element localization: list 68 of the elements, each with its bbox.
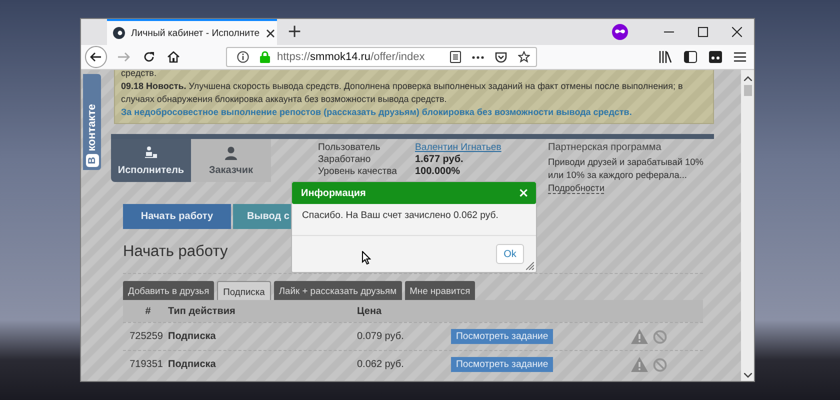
table-cell-text: Подписка [168,359,217,370]
column-header: Тип действия [167,306,236,316]
dialog-message: Спасибо. На Ваш счет зачислено 0.062 руб. [302,210,500,223]
news-link[interactable]: За недобросовестное выполнение репостов (рассказать друзьям) блокировка без возможности вывода средств. [121,106,707,119]
maximize-icon[interactable] [698,27,708,37]
task-tab[interactable]: Лайк + рассказать друзьям [274,281,402,300]
close-button[interactable]: × [518,186,529,200]
new-tab-button[interactable]: + [279,22,310,42]
action-button[interactable]: Начать работу [123,204,231,229]
dialog-title: Информация [301,188,366,198]
lock-icon [260,51,270,63]
more-dots-icon[interactable] [472,56,484,58]
partner-title: Партнерская программа [548,142,662,153]
table-cell-text: 0.062 руб. [357,359,405,370]
table-cell-text: 0.079 руб. [357,331,405,342]
table-cell-text: Подписка [168,331,217,342]
stat-value: 1.677 руб. [415,154,464,166]
stat-label: Заработано [318,154,372,166]
url-text: https://smmok14.ru/offer/index [277,51,425,63]
address-field[interactable]: https://smmok14.ru/offer/index [226,47,537,67]
desk-worker-icon [144,146,158,160]
role-tab[interactable]: Исполнитель [111,139,191,182]
stat-value: 100.000% [415,166,462,178]
scroll-down-icon[interactable] [744,373,752,378]
task-tab[interactable]: Добавить в друзья [123,281,214,300]
vk-widget[interactable]: контакте В [83,74,101,170]
task-tab[interactable]: Подписка [217,281,271,300]
extension-icon[interactable] [709,51,722,63]
person-icon [224,146,238,160]
mouse-cursor-icon [362,251,371,265]
stat-label: Уровень качества [318,166,398,178]
browser-tab[interactable]: Личный кабинет - Исполните [107,19,277,45]
task-tab[interactable]: Мне нравится [404,281,476,300]
section-title: Начать работу [123,243,228,261]
table-cell-text: 725259 [128,331,164,342]
pocket-icon[interactable] [495,52,507,62]
table-cell-text: 719351 [128,359,164,370]
tab-title: Личный кабинет - Исполните [131,28,260,38]
column-header: # [144,306,152,316]
home-icon[interactable] [167,51,180,63]
vk-widget-label: контакте [86,104,98,151]
reader-view-icon[interactable] [450,51,461,63]
scroll-up-icon[interactable] [744,76,752,81]
menu-icon[interactable] [734,52,746,62]
sidebar-icon[interactable] [684,51,697,63]
partner-text: Приводи друзей и зарабатывай 10% или 10% за каждого реферала... Подробности [548,156,704,195]
view-task-button[interactable]: Посмотреть задание [451,357,554,372]
close-icon[interactable] [266,28,275,38]
role-tab[interactable]: Заказчик [191,139,271,182]
resize-grip-icon[interactable] [526,262,534,270]
column-header: Цена [357,306,383,316]
stat-label: Пользователь [318,142,382,154]
mask-icon [612,24,628,40]
vk-badge: В [86,154,98,167]
news-text: средств. [121,70,158,80]
details-link[interactable]: Подробности [548,183,604,194]
library-icon[interactable] [659,51,672,63]
favicon-icon [113,27,125,39]
scrollbar-thumb[interactable] [744,85,752,96]
info-icon[interactable] [237,51,249,63]
reload-icon[interactable] [143,51,155,63]
view-task-button[interactable]: Посмотреть задание [451,329,554,344]
ok-button[interactable]: Ok [496,244,524,264]
scrollbar[interactable] [741,70,754,381]
star-icon[interactable] [518,51,530,63]
user-name-link[interactable]: Валентин Игнатьев [415,142,535,154]
news-text: 09.18 Новость. Улучшена скорость вывода средств. Дополнена проверка выполненых заданий на факт отмены после выполнения; в случаях обнаружения блокировка аккаунта без возможности вывода средств. [121,80,684,106]
close-icon[interactable] [732,27,742,37]
